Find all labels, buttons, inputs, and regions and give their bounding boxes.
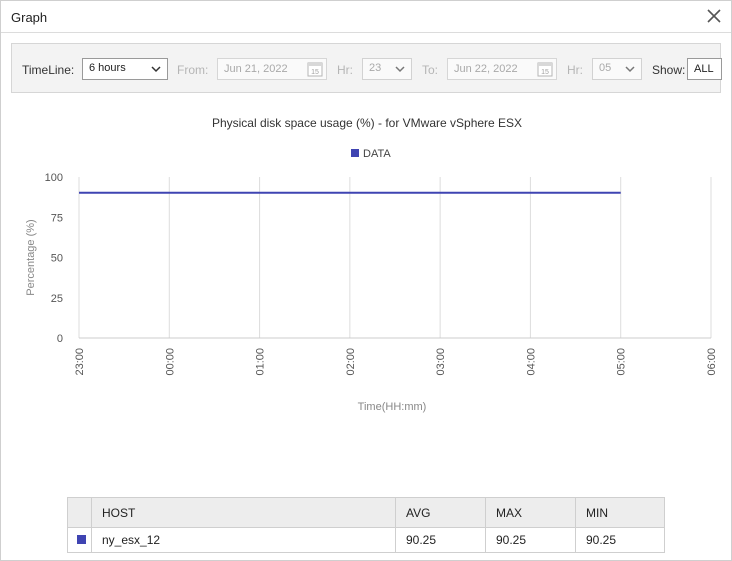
y-tick-label: 75 xyxy=(51,212,63,224)
to-hour-select[interactable]: 05 xyxy=(592,58,642,80)
dialog-titlebar: Graph xyxy=(1,1,731,33)
to-date-value: Jun 22, 2022 xyxy=(454,63,518,75)
x-axis-label: Time(HH:mm) xyxy=(358,401,427,413)
from-date-value: Jun 21, 2022 xyxy=(224,63,288,75)
calendar-icon[interactable]: 15 xyxy=(307,61,323,77)
max-header[interactable]: MAX xyxy=(485,497,576,528)
table-header-row: HOST AVG MAX MIN xyxy=(67,497,665,528)
calendar-day: 15 xyxy=(311,69,319,76)
dialog-title: Graph xyxy=(11,10,48,25)
min-cell: 90.25 xyxy=(575,527,665,553)
x-tick-label: 05:00 xyxy=(616,348,628,376)
chevron-down-icon xyxy=(625,66,635,73)
x-tick-label: 06:00 xyxy=(706,348,718,376)
avg-header[interactable]: AVG xyxy=(395,497,486,528)
filter-bar: TimeLine: 6 hours From: Jun 21, 2022 15 … xyxy=(11,43,722,93)
line-chart: 23:00 00:00 01:00 02:00 03:00 04:00 05:00 06:00… xyxy=(25,172,718,413)
close-icon[interactable] xyxy=(704,6,724,26)
calendar-icon[interactable]: 15 xyxy=(537,61,553,77)
from-hr-label: Hr: xyxy=(337,63,353,77)
table-row[interactable]: ny_esx_12 90.25 90.25 90.25 xyxy=(67,527,665,553)
host-header[interactable]: HOST xyxy=(91,497,396,528)
show-value: ALL xyxy=(694,63,714,75)
y-tick-label: 50 xyxy=(51,253,63,265)
from-date-field[interactable]: Jun 21, 2022 15 xyxy=(217,58,327,80)
x-tick-label: 02:00 xyxy=(345,348,357,376)
chart-title: Physical disk space usage (%) - for VMwa… xyxy=(211,116,523,130)
swatch-header xyxy=(67,497,92,528)
from-hour-value: 23 xyxy=(369,62,382,74)
to-date-field[interactable]: Jun 22, 2022 15 xyxy=(447,58,557,80)
x-tick-label: 00:00 xyxy=(164,348,176,376)
timeline-select[interactable]: 6 hours xyxy=(82,58,168,80)
to-hour-value: 05 xyxy=(599,62,612,74)
timeline-label: TimeLine: xyxy=(22,63,75,77)
summary-table: HOST AVG MAX MIN ny_esx_12 90.25 90.25 9… xyxy=(67,497,665,553)
y-tick-label: 0 xyxy=(57,333,63,345)
x-tick-label: 01:00 xyxy=(255,348,267,376)
legend-swatch xyxy=(351,149,359,157)
legend-label: DATA xyxy=(363,148,391,160)
chevron-down-icon xyxy=(395,66,405,73)
timeline-value: 6 hours xyxy=(89,62,126,74)
show-label: Show: xyxy=(652,63,686,77)
y-axis-label: Percentage (%) xyxy=(25,219,37,295)
calendar-day: 15 xyxy=(541,69,549,76)
to-hr-label: Hr: xyxy=(567,63,583,77)
host-cell: ny_esx_12 xyxy=(91,527,396,553)
to-label: To: xyxy=(422,63,439,77)
row-swatch-cell xyxy=(67,527,92,553)
avg-cell: 90.25 xyxy=(395,527,486,553)
max-cell: 90.25 xyxy=(485,527,576,553)
chart-legend[interactable]: DATA xyxy=(351,148,391,160)
y-tick-label: 100 xyxy=(45,172,63,184)
min-header[interactable]: MIN xyxy=(575,497,665,528)
from-hour-select[interactable]: 23 xyxy=(362,58,412,80)
chevron-down-icon xyxy=(151,66,161,73)
graph-dialog: Graph TimeLine: 6 hours From: Jun 21, 20… xyxy=(0,0,732,561)
x-tick-label: 04:00 xyxy=(525,348,537,376)
series-swatch xyxy=(77,535,86,544)
show-select[interactable]: ALL xyxy=(687,58,722,80)
y-tick-label: 25 xyxy=(51,293,63,305)
x-tick-label: 03:00 xyxy=(435,348,447,376)
from-label: From: xyxy=(177,63,209,77)
x-tick-label: 23:00 xyxy=(74,348,86,376)
